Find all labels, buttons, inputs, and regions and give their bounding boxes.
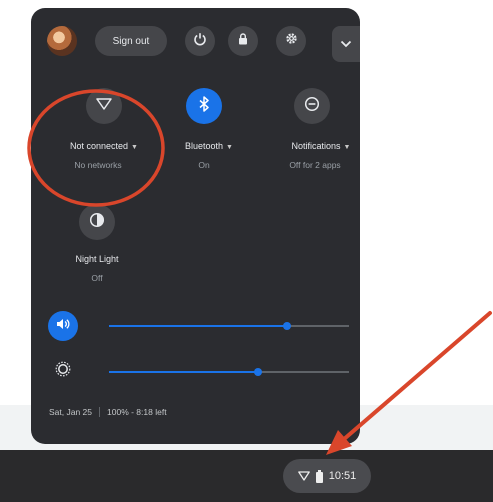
annotation-overlay bbox=[27, 89, 492, 455]
pointer-arrow-shaft bbox=[341, 311, 492, 442]
highlight-circle bbox=[27, 89, 165, 207]
